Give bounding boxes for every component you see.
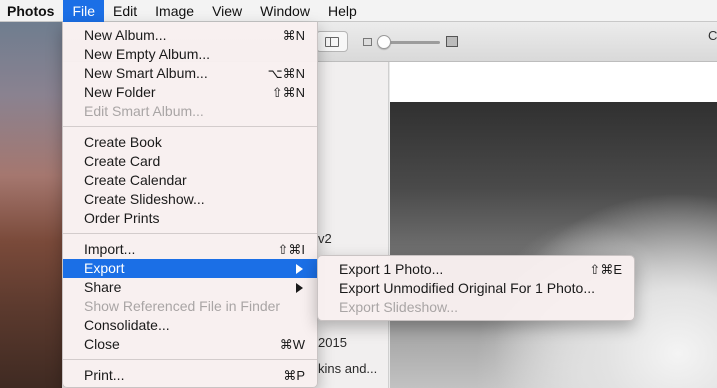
menubar-file[interactable]: File bbox=[63, 0, 105, 22]
menu-bar: Photos File Edit Image View Window Help bbox=[0, 0, 717, 22]
menu-item-export-unmodified[interactable]: Export Unmodified Original For 1 Photo..… bbox=[318, 279, 634, 298]
shortcut-label: ⇧⌘N bbox=[271, 85, 305, 100]
menu-item-label: Create Card bbox=[84, 153, 161, 169]
menu-item-label: New Album... bbox=[84, 27, 167, 43]
menu-item-close[interactable]: Close ⌘W bbox=[63, 335, 317, 354]
menu-item-label: Edit Smart Album... bbox=[84, 103, 204, 119]
file-menu: New Album... ⌘N New Empty Album... New S… bbox=[62, 22, 318, 388]
menu-item-label: Import... bbox=[84, 241, 136, 257]
menu-item-export[interactable]: Export bbox=[63, 259, 317, 278]
menu-item-label: Export 1 Photo... bbox=[339, 261, 444, 277]
shortcut-label: ⇧⌘E bbox=[589, 262, 622, 277]
menu-item-label: Show Referenced File in Finder bbox=[84, 298, 281, 314]
menu-item-import[interactable]: Import... ⇧⌘I bbox=[63, 240, 317, 259]
menu-item-create-slideshow[interactable]: Create Slideshow... bbox=[63, 190, 317, 209]
sidebar-item-year[interactable]: 2015 bbox=[318, 335, 347, 350]
shortcut-label: ⌘P bbox=[283, 368, 305, 383]
menu-item-export-photo[interactable]: Export 1 Photo... ⇧⌘E bbox=[318, 260, 634, 279]
menubar-help[interactable]: Help bbox=[319, 0, 366, 22]
menu-item-label: Create Book bbox=[84, 134, 162, 150]
menu-separator bbox=[63, 233, 317, 234]
menu-item-consolidate[interactable]: Consolidate... bbox=[63, 316, 317, 335]
menu-item-label: Close bbox=[84, 336, 120, 352]
menu-item-label: Share bbox=[84, 279, 122, 295]
photo-preview[interactable] bbox=[390, 102, 717, 388]
menu-item-label: Export bbox=[84, 260, 125, 276]
menu-item-print[interactable]: Print... ⌘P bbox=[63, 366, 317, 385]
menu-item-create-book[interactable]: Create Book bbox=[63, 133, 317, 152]
menu-item-new-folder[interactable]: New Folder ⇧⌘N bbox=[63, 83, 317, 102]
menu-item-edit-smart-album: Edit Smart Album... bbox=[63, 102, 317, 121]
menu-item-new-smart-album[interactable]: New Smart Album... ⌥⌘N bbox=[63, 64, 317, 83]
sidebar-toggle-button[interactable] bbox=[316, 31, 348, 52]
shortcut-label: ⇧⌘I bbox=[277, 242, 305, 257]
menu-item-share[interactable]: Share bbox=[63, 278, 317, 297]
menu-item-label: Export Slideshow... bbox=[339, 299, 459, 315]
menu-item-label: Consolidate... bbox=[84, 317, 170, 333]
menubar-image[interactable]: Image bbox=[146, 0, 203, 22]
menubar-window[interactable]: Window bbox=[251, 0, 319, 22]
menu-separator bbox=[63, 126, 317, 127]
menu-item-new-empty-album[interactable]: New Empty Album... bbox=[63, 45, 317, 64]
desktop-wallpaper bbox=[0, 22, 62, 388]
menu-item-create-calendar[interactable]: Create Calendar bbox=[63, 171, 317, 190]
menu-item-label: Export Unmodified Original For 1 Photo..… bbox=[339, 280, 596, 296]
menubar-view[interactable]: View bbox=[203, 0, 251, 22]
menu-item-create-card[interactable]: Create Card bbox=[63, 152, 317, 171]
shortcut-label: ⌘W bbox=[279, 337, 305, 352]
menu-item-export-slideshow: Export Slideshow... bbox=[318, 298, 634, 317]
submenu-arrow-icon bbox=[296, 264, 303, 274]
submenu-arrow-icon bbox=[296, 283, 303, 293]
export-submenu: Export 1 Photo... ⇧⌘E Export Unmodified … bbox=[317, 255, 635, 321]
menu-item-label: Create Slideshow... bbox=[84, 191, 205, 207]
menu-item-label: New Folder bbox=[84, 84, 156, 100]
zoom-in-icon[interactable] bbox=[446, 36, 458, 47]
menu-item-label: Print... bbox=[84, 367, 125, 383]
menu-separator bbox=[63, 359, 317, 360]
zoom-slider-knob[interactable] bbox=[377, 35, 391, 49]
photo-header bbox=[390, 62, 717, 102]
menu-item-label: New Smart Album... bbox=[84, 65, 208, 81]
menubar-photos[interactable]: Photos bbox=[0, 0, 63, 22]
shortcut-label: ⌥⌘N bbox=[267, 66, 305, 81]
menu-item-order-prints[interactable]: Order Prints bbox=[63, 209, 317, 228]
sidebar-item-truncated[interactable]: kins and... bbox=[318, 361, 377, 376]
toolbar-right-label: C bbox=[708, 28, 717, 43]
menu-item-label: Create Calendar bbox=[84, 172, 187, 188]
shortcut-label: ⌘N bbox=[282, 28, 305, 43]
menubar-edit[interactable]: Edit bbox=[104, 0, 146, 22]
menu-item-show-referenced-file: Show Referenced File in Finder bbox=[63, 297, 317, 316]
menu-item-new-album[interactable]: New Album... ⌘N bbox=[63, 26, 317, 45]
zoom-out-icon[interactable] bbox=[363, 38, 372, 46]
menu-item-label: Order Prints bbox=[84, 210, 160, 226]
menu-item-label: New Empty Album... bbox=[84, 46, 211, 62]
sidebar-item-v2[interactable]: v2 bbox=[318, 231, 332, 246]
sidebar-icon bbox=[325, 37, 339, 47]
